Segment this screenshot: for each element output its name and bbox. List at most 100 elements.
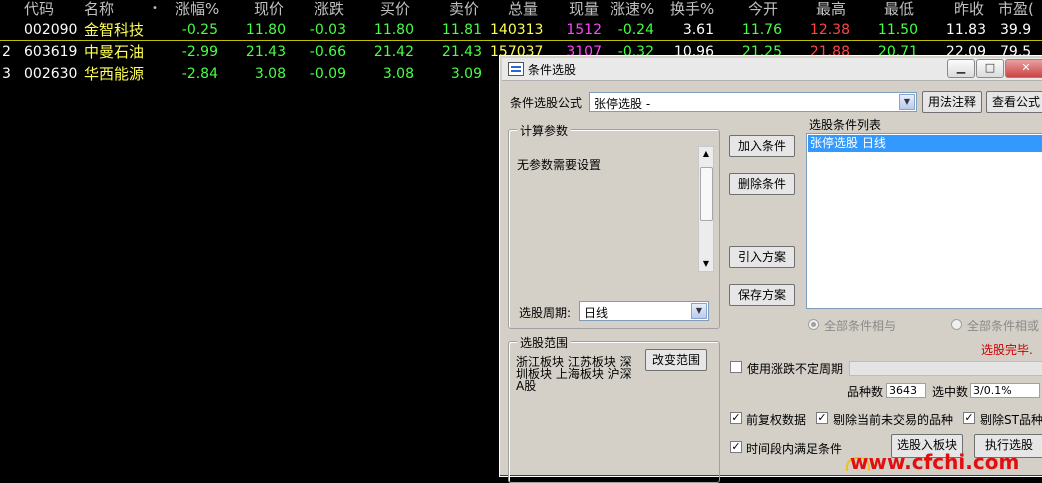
header-volume[interactable]: 总量 <box>508 0 538 20</box>
header-open[interactable]: 今开 <box>748 0 778 20</box>
row-high: 12.38 <box>809 22 850 38</box>
formula-select[interactable]: 张停选股 - ▼ <box>589 92 917 112</box>
row-code: 002090 <box>24 22 78 38</box>
minimize-icon[interactable]: ▁ <box>947 59 975 78</box>
row-price: 3.08 <box>254 66 286 82</box>
row-pct: -2.99 <box>181 44 218 60</box>
import-scheme-button[interactable]: 引入方案 <box>729 246 795 268</box>
delete-condition-button[interactable]: 删除条件 <box>729 173 795 195</box>
params-text: 无参数需要设置 <box>517 158 602 172</box>
params-scrollbar[interactable]: ▲ ▼ <box>698 146 714 272</box>
row-index: 3 <box>2 66 11 82</box>
row-name: 中曼石油 <box>84 43 145 61</box>
chevron-down-icon[interactable]: ▼ <box>691 303 707 319</box>
list-item[interactable]: 张停选股 日线 <box>808 135 1042 152</box>
header-change[interactable]: 涨跌 <box>314 0 344 20</box>
row-low: 11.50 <box>877 22 918 38</box>
close-icon[interactable]: ✕ <box>1005 59 1042 78</box>
row-volume: 140313 <box>490 22 544 38</box>
row-change: -0.03 <box>309 22 346 38</box>
header-name[interactable]: 名称 <box>84 0 114 20</box>
checkbox-forward-adjust[interactable]: ✓ <box>730 412 742 424</box>
row-price: 11.80 <box>245 22 286 38</box>
app-window-icon <box>508 62 524 76</box>
row-code: 603619 <box>24 44 78 60</box>
row-speed: -0.24 <box>617 22 654 38</box>
row-bid: 3.08 <box>382 66 414 82</box>
watermark: www.cfchi.com <box>850 450 1020 474</box>
period-select[interactable]: 日线 ▼ <box>579 301 709 321</box>
header-dot: • <box>152 3 158 14</box>
progress-bar <box>849 361 1042 376</box>
view-formula-button[interactable]: 查看公式 <box>986 91 1042 113</box>
radio-and[interactable] <box>808 319 819 330</box>
scroll-up-icon[interactable]: ▲ <box>699 147 713 161</box>
row-ask: 21.43 <box>441 44 482 60</box>
row-ask: 11.81 <box>441 22 482 38</box>
add-condition-button[interactable]: 加入条件 <box>729 135 795 157</box>
row-current-vol: 1512 <box>566 22 602 38</box>
maximize-icon[interactable]: □ <box>976 59 1004 78</box>
header-pe[interactable]: 市盈( <box>998 0 1034 20</box>
table-row[interactable]: 002090 金智科技 -0.25 11.80 -0.03 11.80 11.8… <box>0 20 1042 41</box>
exclude-st-label: 剔除ST品种 <box>980 413 1042 427</box>
selected-field: 3/0.1% <box>970 383 1040 398</box>
count-field: 3643 <box>886 383 926 398</box>
header-bid[interactable]: 买价 <box>380 0 410 20</box>
uncertain-period-label: 使用涨跌不定周期 <box>747 362 844 376</box>
row-name: 金智科技 <box>84 21 145 39</box>
header-low[interactable]: 最低 <box>884 0 914 20</box>
condition-list[interactable]: 张停选股 日线 <box>806 133 1042 309</box>
usage-notes-button[interactable]: 用法注释 <box>922 91 982 113</box>
time-period-label: 时间段内满足条件 <box>746 442 843 456</box>
row-change: -0.66 <box>309 44 346 60</box>
params-group: 计算参数 无参数需要设置 ▲ ▼ 选股周期: 日线 ▼ <box>508 122 720 329</box>
formula-label: 条件选股公式 <box>510 96 583 110</box>
header-current-vol[interactable]: 现量 <box>569 0 599 20</box>
checkbox-time-period[interactable]: ✓ <box>730 441 742 453</box>
scroll-thumb[interactable] <box>700 167 713 221</box>
row-price: 21.43 <box>245 44 286 60</box>
header-speed[interactable]: 涨速% <box>610 0 654 20</box>
radio-or-label: 全部条件相或 <box>967 319 1040 333</box>
row-code: 002630 <box>24 66 78 82</box>
checkbox-uncertain-period[interactable] <box>730 361 742 373</box>
exclude-untraded-label: 剔除当前未交易的品种 <box>833 413 954 427</box>
row-index: 2 <box>2 44 11 60</box>
save-scheme-button[interactable]: 保存方案 <box>729 284 795 306</box>
header-code[interactable]: 代码 <box>24 0 54 20</box>
period-value: 日线 <box>584 306 609 320</box>
selected-label: 选中数 <box>932 385 969 399</box>
scroll-down-icon[interactable]: ▼ <box>699 257 713 271</box>
header-ask[interactable]: 卖价 <box>449 0 479 20</box>
header-pct[interactable]: 涨幅% <box>175 0 219 20</box>
radio-and-label: 全部条件相与 <box>824 319 897 333</box>
period-label: 选股周期: <box>519 306 572 320</box>
chevron-down-icon[interactable]: ▼ <box>899 94 915 110</box>
row-bid: 21.42 <box>373 44 414 60</box>
condition-list-label: 选股条件列表 <box>809 118 882 132</box>
formula-value: 张停选股 - <box>594 97 651 111</box>
change-range-button[interactable]: 改变范围 <box>645 349 707 371</box>
range-text: 浙江板块 江苏板块 深圳板块 上海板块 沪深A股 <box>516 355 632 393</box>
radio-or[interactable] <box>951 319 962 330</box>
range-group: 选股范围 浙江板块 江苏板块 深圳板块 上海板块 沪深A股 改变范围 <box>508 334 720 483</box>
checkbox-exclude-st[interactable]: ✓ <box>963 412 975 424</box>
count-label: 品种数 <box>847 385 884 399</box>
forward-adjust-label: 前复权数据 <box>746 413 807 427</box>
header-prev-close[interactable]: 昨收 <box>954 0 984 20</box>
condition-stock-picker-dialog: 条件选股 ▁ □ ✕ 条件选股公式 张停选股 - ▼ 用法注释 查看公式 计算参… <box>499 55 1042 483</box>
row-name: 华西能源 <box>84 65 145 83</box>
row-bid: 11.80 <box>373 22 414 38</box>
row-prev-close: 11.83 <box>945 22 986 38</box>
row-open: 11.76 <box>741 22 782 38</box>
status-text: 选股完毕. <box>981 343 1033 357</box>
row-turnover: 3.61 <box>682 22 714 38</box>
header-turnover[interactable]: 换手% <box>670 0 714 20</box>
row-change: -0.09 <box>309 66 346 82</box>
header-high[interactable]: 最高 <box>816 0 846 20</box>
header-price[interactable]: 现价 <box>254 0 284 20</box>
dialog-titlebar[interactable]: 条件选股 ▁ □ ✕ <box>502 58 1042 81</box>
range-group-title: 选股范围 <box>517 334 572 351</box>
checkbox-exclude-untraded[interactable]: ✓ <box>816 412 828 424</box>
